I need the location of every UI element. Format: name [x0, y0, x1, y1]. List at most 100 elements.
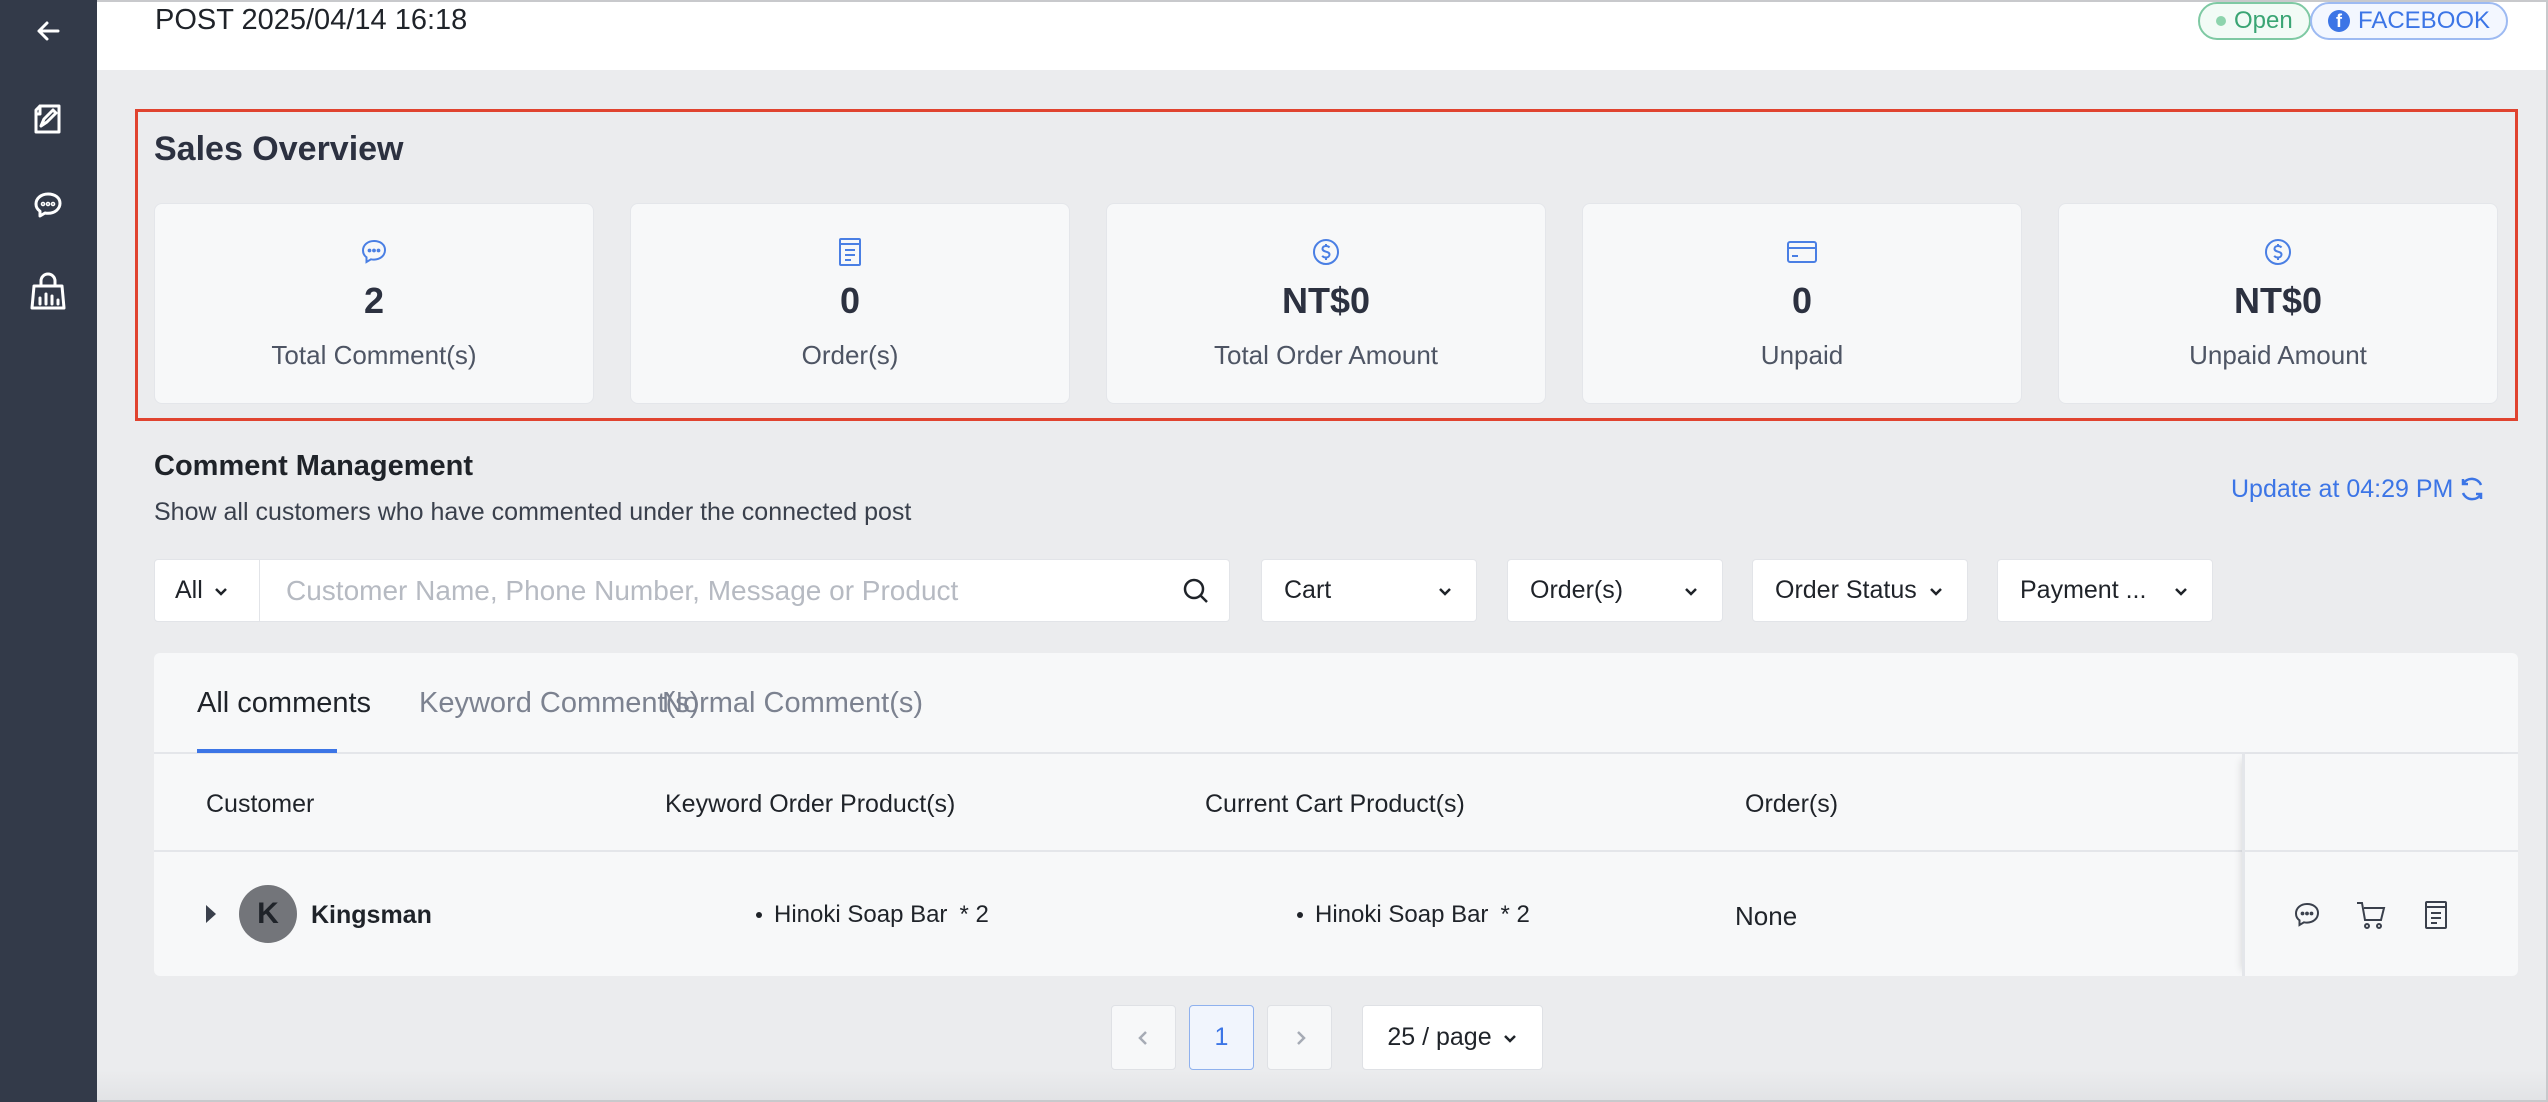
update-time-label: Update at 04:29 PM: [2231, 474, 2454, 503]
dollar-icon: [2265, 239, 2291, 265]
column-header-customer: Customer: [206, 790, 315, 818]
search-placeholder: Customer Name, Phone Number, Message or …: [286, 574, 959, 606]
comment-tabs: All comments Keyword Comment(s) Normal C…: [154, 653, 2518, 754]
chevron-down-icon: [1685, 587, 1697, 596]
sales-overview-title: Sales Overview: [154, 130, 404, 168]
search-input[interactable]: Customer Name, Phone Number, Message or …: [260, 559, 1230, 622]
keyword-product-qty: * 2: [959, 901, 989, 928]
column-header-cart-products: Current Cart Product(s): [1205, 790, 1465, 818]
column-header-keyword-products: Keyword Order Product(s): [665, 790, 956, 818]
stat-value: 0: [839, 280, 861, 321]
stat-value: NT$0: [1281, 280, 1371, 321]
status-dot-icon: [2216, 16, 2226, 26]
customer-name[interactable]: Kingsman: [311, 901, 432, 930]
stat-label: Unpaid: [1760, 340, 1844, 370]
search-icon[interactable]: [1181, 576, 1211, 606]
scope-select[interactable]: All: [154, 559, 260, 622]
dollar-icon: [1313, 239, 1339, 265]
expand-row-icon[interactable]: [206, 905, 216, 923]
view-cart-button[interactable]: [2354, 898, 2388, 932]
stat-label: Total Order Amount: [1214, 340, 1438, 370]
comment-management-title: Comment Management: [154, 450, 474, 482]
stat-card-unpaid: 0 Unpaid: [1582, 203, 2022, 404]
table-row: K Kingsman Hinoki Soap Bar * 2 Hinoki So…: [154, 852, 2518, 976]
post-edit-icon: [34, 104, 61, 134]
tab-normal-comments[interactable]: Normal Comment(s): [662, 687, 923, 720]
chevron-down-icon: [1439, 587, 1451, 596]
post-title: POST 2025/04/14 16:18: [155, 4, 468, 36]
bottom-shadow: [97, 1070, 2546, 1100]
credit-card-icon: [1787, 241, 1817, 263]
refresh-icon: [2462, 477, 2483, 501]
order-receipt-icon: [2425, 901, 2447, 929]
comment-icon: [2294, 902, 2320, 927]
stat-label: Order(s): [801, 340, 899, 370]
stat-label: Total Comment(s): [271, 340, 477, 370]
stat-card-total-comments: 2 Total Comment(s): [154, 203, 594, 404]
chevron-down-icon: [214, 587, 227, 596]
status-badge: Open: [2198, 2, 2311, 40]
page-size-value: 25 / page: [1387, 1023, 1492, 1051]
tab-all-comments[interactable]: All comments: [197, 687, 371, 720]
column-header-orders: Order(s): [1745, 790, 1839, 818]
stat-card-unpaid-amount: NT$0 Unpaid Amount: [2058, 203, 2498, 404]
orders-cell: None: [1735, 901, 1798, 931]
status-label: Open: [2234, 7, 2293, 34]
tab-keyword-comments[interactable]: Keyword Comment(s): [419, 687, 699, 720]
comments-table: All comments Keyword Comment(s) Normal C…: [154, 653, 2518, 976]
chevron-left-icon: [1137, 1030, 1147, 1045]
keyword-product-name: Hinoki Soap Bar: [774, 901, 948, 928]
payment-filter-dropdown[interactable]: Payment ...: [1997, 559, 2213, 622]
stat-value: 2: [363, 280, 385, 321]
view-comments-button[interactable]: [2290, 898, 2324, 932]
order-status-filter-label: Order Status: [1775, 576, 1917, 604]
stat-card-orders: 0 Order(s): [630, 203, 1070, 404]
main-content: POST 2025/04/14 16:18 Open f FACEBOOK Sa…: [97, 0, 2548, 1102]
sidebar-item-post[interactable]: [24, 95, 72, 143]
scope-select-value: All: [175, 576, 203, 604]
chat-icon: [34, 192, 62, 218]
back-button[interactable]: [24, 7, 72, 55]
stat-value: NT$0: [2233, 280, 2323, 321]
stat-card-total-order-amount: NT$0 Total Order Amount: [1106, 203, 1546, 404]
order-status-filter-dropdown[interactable]: Order Status: [1752, 559, 1968, 622]
chevron-down-icon: [1503, 1034, 1516, 1043]
cart-filter-label: Cart: [1284, 576, 1332, 604]
chevron-down-icon: [2175, 587, 2187, 596]
sidebar-item-comments[interactable]: [24, 181, 72, 229]
shopping-bag-chart-icon: [30, 272, 66, 310]
order-receipt-icon: [839, 238, 861, 266]
cart-product-name: Hinoki Soap Bar: [1315, 901, 1489, 928]
chevron-down-icon: [1930, 587, 1942, 596]
active-tab-indicator: [197, 749, 337, 753]
avatar: K: [239, 885, 297, 943]
cart-filter-dropdown[interactable]: Cart: [1261, 559, 1477, 622]
view-orders-button[interactable]: [2419, 898, 2453, 932]
keyword-product-cell: Hinoki Soap Bar * 2: [756, 901, 989, 929]
stat-value: 0: [1791, 280, 1813, 321]
platform-label: FACEBOOK: [2358, 7, 2491, 34]
page-size-select[interactable]: 25 / page: [1362, 1005, 1543, 1070]
bullet-icon: [756, 912, 762, 918]
stat-label: Unpaid Amount: [2189, 340, 2367, 370]
bullet-icon: [1297, 912, 1303, 918]
facebook-icon: f: [2328, 10, 2350, 32]
back-arrow-icon: [37, 21, 60, 41]
post-header: POST 2025/04/14 16:18 Open f FACEBOOK: [97, 2, 2546, 70]
page-1-button[interactable]: 1: [1189, 1005, 1254, 1070]
table-header: Customer Keyword Order Product(s) Curren…: [154, 754, 2518, 852]
chevron-right-icon: [1296, 1030, 1306, 1045]
payment-filter-label: Payment ...: [2020, 576, 2147, 604]
cart-icon: [2357, 902, 2386, 929]
row-actions-column: [2242, 754, 2518, 976]
sidebar-item-sales[interactable]: [24, 268, 72, 316]
orders-filter-dropdown[interactable]: Order(s): [1507, 559, 1723, 622]
platform-badge[interactable]: f FACEBOOK: [2310, 2, 2509, 40]
previous-page-button[interactable]: [1111, 1005, 1176, 1070]
cart-product-qty: * 2: [1500, 901, 1530, 928]
cart-product-cell: Hinoki Soap Bar * 2: [1297, 901, 1530, 929]
refresh-button[interactable]: Update at 04:29 PM: [2231, 474, 2487, 504]
comment-icon: [361, 239, 387, 264]
next-page-button[interactable]: [1267, 1005, 1332, 1070]
sidebar: [0, 0, 97, 1102]
